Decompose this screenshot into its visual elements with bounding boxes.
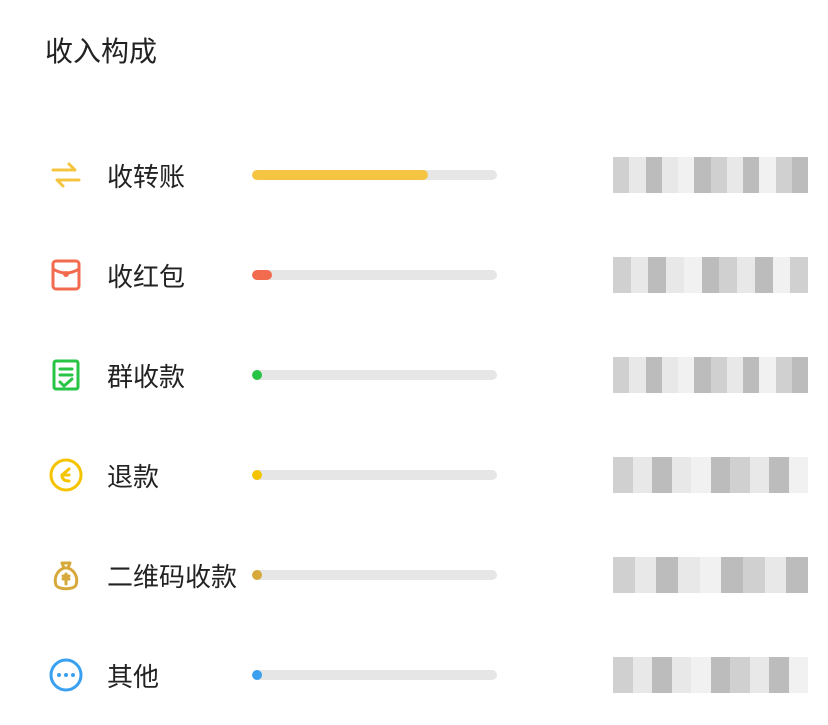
section-title: 收入构成 xyxy=(0,30,828,70)
progress-bar xyxy=(252,570,497,580)
item-label: 退款 xyxy=(107,457,252,494)
list-item[interactable]: 收红包 xyxy=(0,225,828,325)
item-label: 群收款 xyxy=(107,357,252,394)
item-amount xyxy=(613,557,808,593)
list-item[interactable]: 其他 xyxy=(0,625,828,725)
item-label: 收红包 xyxy=(107,257,252,294)
progress-bar xyxy=(252,170,497,180)
progress-bar xyxy=(252,370,497,380)
item-amount xyxy=(613,657,808,693)
list-item[interactable]: 二维码收款 xyxy=(0,525,828,625)
item-label: 二维码收款 xyxy=(107,557,252,594)
item-amount xyxy=(613,457,808,493)
money-bag-icon xyxy=(45,554,87,596)
transfer-icon xyxy=(45,154,87,196)
item-label: 收转账 xyxy=(107,157,252,194)
receipt-icon xyxy=(45,354,87,396)
progress-bar xyxy=(252,270,497,280)
list-item[interactable]: 退款 xyxy=(0,425,828,525)
more-icon xyxy=(45,654,87,696)
item-amount xyxy=(613,157,808,193)
list-item[interactable]: 群收款 xyxy=(0,325,828,425)
progress-bar xyxy=(252,470,497,480)
item-label: 其他 xyxy=(107,657,252,694)
item-amount xyxy=(613,257,808,293)
red-packet-icon xyxy=(45,254,87,296)
list-item[interactable]: 收转账 xyxy=(0,125,828,225)
item-amount xyxy=(613,357,808,393)
progress-bar xyxy=(252,670,497,680)
income-list: 收转账 收红包 xyxy=(0,125,828,725)
refund-icon xyxy=(45,454,87,496)
